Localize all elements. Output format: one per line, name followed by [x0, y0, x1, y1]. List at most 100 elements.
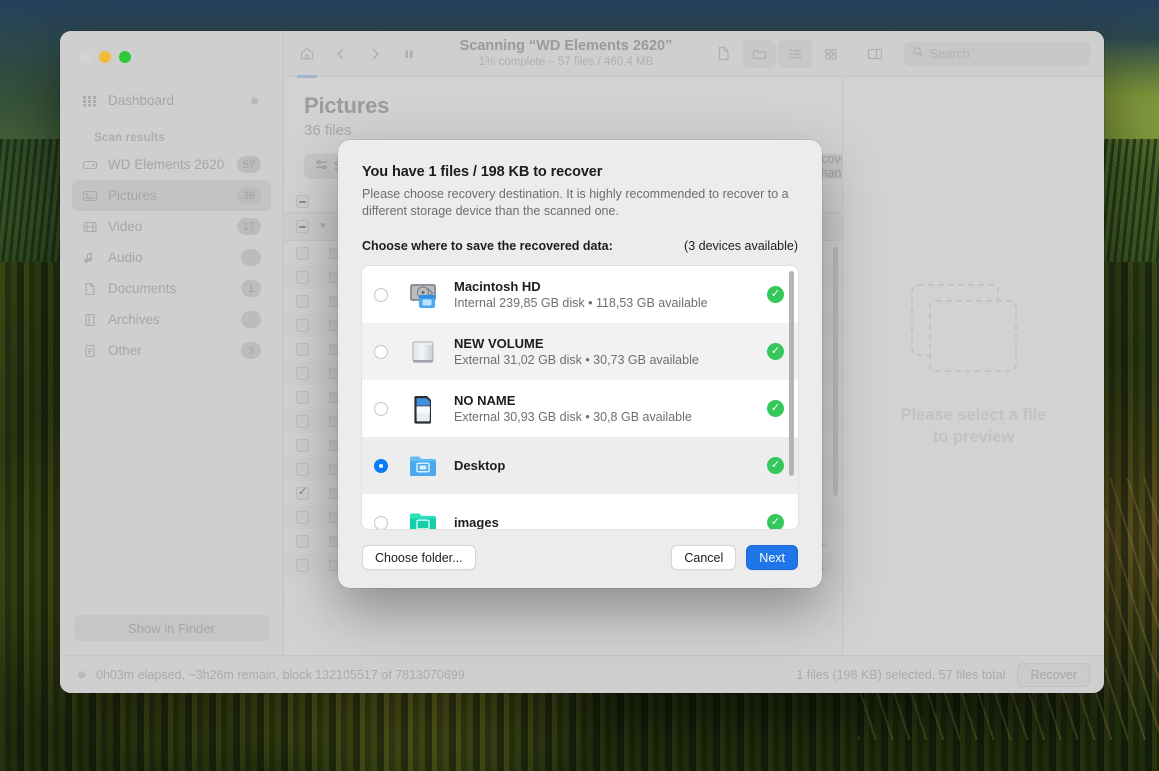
chevron-down-icon[interactable]: ▼ — [318, 221, 328, 232]
row-checkbox[interactable] — [296, 342, 309, 356]
search-icon — [912, 46, 925, 61]
device-subtitle: External 30,93 GB disk • 30,8 GB availab… — [454, 410, 692, 424]
device-option-macintosh-hd[interactable]: Macintosh HD Internal 239,85 GB disk • 1… — [362, 266, 798, 323]
sidebar-item-label: Documents — [108, 281, 177, 296]
device-option-desktop[interactable]: Desktop ✓ — [362, 437, 798, 494]
file-list-scrollbar[interactable] — [833, 247, 838, 649]
folder-view-icon[interactable] — [742, 39, 776, 68]
list-view-icon[interactable] — [778, 39, 812, 68]
image-placeholder-icon — [910, 283, 1037, 382]
select-all-checkbox[interactable] — [296, 195, 309, 208]
sidebar-item-audio[interactable]: Audio — [72, 242, 271, 273]
sidebar-item-count: 36 — [236, 187, 261, 204]
internal-disk-icon — [406, 278, 440, 312]
close-window-button[interactable] — [79, 51, 91, 63]
green-check-icon: ✓ — [767, 286, 784, 303]
device-name: NEW VOLUME — [454, 336, 544, 351]
sidebar-item-other[interactable]: Other 3 — [72, 335, 271, 366]
sidebar-item-documents[interactable]: Documents 1 — [72, 273, 271, 304]
choose-folder-button[interactable]: Choose folder... — [362, 545, 476, 570]
sidebar-item-count — [241, 249, 261, 266]
device-name: images — [454, 515, 499, 529]
toolbar: Scanning “WD Elements 2620” 1% complete … — [284, 31, 1104, 78]
device-option-new-volume[interactable]: NEW VOLUME External 31,02 GB disk • 30,7… — [362, 323, 798, 380]
next-button[interactable]: Next — [746, 545, 798, 570]
device-radio[interactable] — [374, 515, 388, 529]
music-note-icon — [82, 251, 98, 265]
recovery-destination-dialog: You have 1 files / 198 KB to recover Ple… — [338, 140, 822, 588]
window-traffic-lights[interactable] — [60, 31, 283, 77]
preview-empty-line1: Please select a file — [900, 405, 1047, 424]
sidebar-item-label: Dashboard — [108, 93, 175, 108]
device-text: Desktop — [454, 458, 767, 473]
device-radio[interactable] — [374, 458, 388, 473]
file-view-icon[interactable] — [706, 40, 740, 68]
device-option-no-name[interactable]: NO NAME External 30,93 GB disk • 30,8 GB… — [362, 380, 798, 437]
row-checkbox[interactable] — [296, 294, 309, 308]
show-in-finder-button[interactable]: Show in Finder — [74, 615, 269, 641]
sidebar-item-count: 57 — [236, 156, 261, 173]
green-folder-icon — [406, 506, 440, 529]
back-button[interactable] — [324, 40, 358, 68]
device-name: Macintosh HD — [454, 279, 541, 294]
sidebar-item-label: WD Elements 2620 — [108, 157, 225, 172]
archive-icon — [82, 313, 98, 327]
row-checkbox[interactable] — [296, 318, 309, 332]
green-check-icon: ✓ — [767, 514, 784, 529]
sidebar-item-archives[interactable]: Archives — [72, 304, 271, 335]
sidebar-item-wd-elements-2620[interactable]: WD Elements 2620 57 — [72, 149, 271, 180]
minimize-window-button[interactable] — [99, 51, 111, 63]
device-radio[interactable] — [374, 344, 388, 359]
forward-button[interactable] — [358, 40, 392, 68]
row-checkbox[interactable] — [296, 534, 309, 548]
sidebar-item-count: 1 — [241, 280, 261, 297]
row-checkbox[interactable] — [296, 485, 309, 500]
sidebar-item-pictures[interactable]: Pictures 36 — [72, 180, 271, 211]
destination-device-list: Macintosh HD Internal 239,85 GB disk • 1… — [362, 266, 798, 529]
film-icon — [82, 220, 98, 234]
row-checkbox[interactable] — [296, 390, 309, 404]
row-checkbox[interactable] — [296, 438, 309, 452]
device-list-scrollbar[interactable] — [789, 271, 794, 524]
zoom-window-button[interactable] — [119, 51, 131, 63]
group-select-checkbox[interactable] — [296, 220, 309, 233]
sidebar-item-count: 17 — [236, 218, 261, 235]
sidebar-item-video[interactable]: Video 17 — [72, 211, 271, 242]
spinner-icon — [74, 668, 88, 682]
sidebar-item-label: Archives — [108, 312, 160, 327]
green-check-icon: ✓ — [767, 457, 784, 474]
preview-empty-text: Please select a file to preview — [901, 404, 1047, 449]
scrollbar-thumb[interactable] — [789, 271, 794, 476]
external-disk-icon — [406, 335, 440, 369]
green-check-icon: ✓ — [767, 343, 784, 360]
sidebar-section-header: Scan results — [94, 132, 165, 144]
sidebar-toggle-icon[interactable] — [858, 40, 892, 68]
scrollbar-thumb[interactable] — [833, 247, 838, 497]
device-radio[interactable] — [374, 401, 388, 416]
status-bar: 0h03m elapsed, ~3h26m remain, block 1321… — [60, 655, 1104, 693]
row-checkbox[interactable] — [296, 270, 309, 284]
sidebar-top: Dashboard Scan results WD Elements 2620 … — [60, 77, 283, 366]
pause-scan-button[interactable] — [392, 40, 426, 68]
grid-view-icon[interactable] — [814, 40, 848, 68]
sidebar-item-label: Audio — [108, 250, 143, 265]
sidebar-item-dashboard[interactable]: Dashboard — [72, 85, 271, 116]
row-checkbox[interactable] — [296, 510, 309, 524]
desktop-folder-icon — [406, 449, 440, 483]
sidebar-item-label: Video — [108, 219, 143, 234]
row-checkbox[interactable] — [296, 366, 309, 380]
device-subtitle: External 31,02 GB disk • 30,73 GB availa… — [454, 353, 699, 367]
scan-progress-text: 0h03m elapsed, ~3h26m remain, block 1321… — [96, 667, 465, 682]
row-checkbox[interactable] — [296, 558, 309, 572]
sidebar-item-count — [241, 311, 261, 328]
home-icon[interactable] — [290, 40, 324, 78]
device-radio[interactable] — [374, 287, 388, 302]
row-checkbox[interactable] — [296, 414, 309, 428]
search-input[interactable]: Search — [904, 41, 1090, 66]
row-checkbox[interactable] — [296, 462, 309, 476]
recover-button[interactable]: Recover — [1017, 662, 1090, 687]
sliders-icon — [315, 159, 328, 174]
cancel-button[interactable]: Cancel — [671, 545, 737, 570]
row-checkbox[interactable] — [296, 246, 309, 260]
device-option-images[interactable]: images ✓ — [362, 494, 798, 529]
